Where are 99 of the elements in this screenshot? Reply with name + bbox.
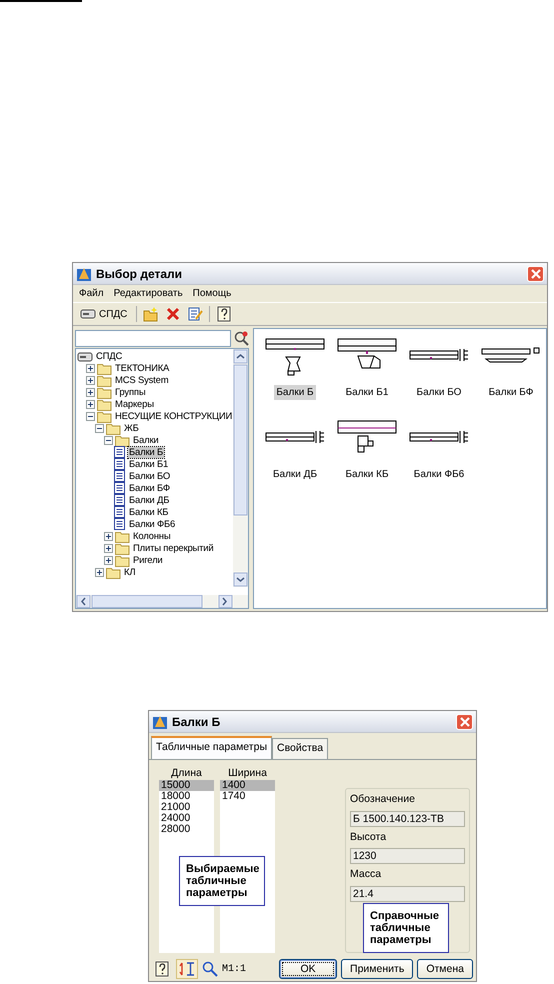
callout-note: Выбираемые табличные параметры: [179, 856, 265, 906]
thumbnail-label[interactable]: Балки ФБ6: [412, 467, 466, 482]
tree-item[interactable]: Балки Б1: [128, 458, 170, 470]
expand-icon[interactable]: [104, 532, 113, 540]
beam-drawing[interactable]: [264, 337, 326, 377]
field-label: Обозначение: [350, 792, 416, 807]
thumbnail-label[interactable]: Балки КБ: [343, 467, 391, 482]
field-label: Высота: [350, 830, 388, 844]
app-icon: [76, 266, 92, 282]
menu-item[interactable]: Файл: [79, 286, 104, 301]
dialog-button[interactable]: OK: [279, 959, 338, 979]
folder-icon: [97, 374, 112, 386]
document-icon: [113, 446, 126, 458]
dialog-button[interactable]: Отмена: [417, 959, 473, 979]
expand-icon[interactable]: [86, 400, 95, 408]
tab[interactable]: Табличные параметры: [151, 736, 272, 759]
thumbnail-label[interactable]: Балки Б: [274, 385, 316, 400]
tree-item[interactable]: Балки КБ: [128, 506, 170, 518]
menu-item[interactable]: Редактировать: [114, 286, 183, 301]
tree-item[interactable]: MCS System: [114, 374, 170, 386]
thumbnail-label[interactable]: Балки БО: [414, 385, 464, 400]
folder-icon: [97, 386, 112, 398]
readonly-field: Б 1500.140.123-ТВ: [350, 810, 465, 826]
collapse-icon[interactable]: [86, 412, 95, 420]
delete-icon[interactable]: [165, 306, 182, 322]
list-item[interactable]: 24000: [159, 812, 214, 824]
folder-icon: [106, 566, 121, 578]
close-button[interactable]: [527, 266, 544, 282]
window-title: Выбор детали: [96, 266, 184, 282]
thumbnail-label[interactable]: Балки Б1: [344, 385, 390, 400]
collapse-icon[interactable]: [104, 436, 113, 444]
expand-icon[interactable]: [95, 568, 104, 576]
expand-icon[interactable]: [104, 544, 113, 552]
folder-icon: [97, 410, 112, 422]
tree-item[interactable]: Группы: [114, 386, 146, 398]
tree-item[interactable]: Ригели: [132, 554, 164, 566]
expand-icon[interactable]: [104, 556, 113, 564]
thumbnail-label[interactable]: Балки БФ: [486, 385, 536, 400]
folder-icon: [115, 542, 130, 554]
folder-icon: [97, 398, 112, 410]
tree-item[interactable]: СПДС: [95, 350, 124, 362]
tree-item[interactable]: Балки ФБ6: [128, 518, 176, 530]
list-item[interactable]: 1400: [220, 780, 275, 791]
tree-item[interactable]: Маркеры: [114, 398, 155, 410]
document-icon: [113, 494, 126, 506]
search-field[interactable]: [75, 330, 231, 346]
list-item[interactable]: 18000: [159, 790, 214, 802]
expand-icon[interactable]: [86, 388, 95, 396]
folder-icon: [115, 554, 130, 566]
help-icon[interactable]: [216, 306, 232, 322]
tree-item[interactable]: Балки Б: [128, 446, 164, 458]
tree-item[interactable]: КЛ: [123, 566, 136, 578]
document-icon: [113, 482, 126, 494]
list-item[interactable]: 28000: [159, 824, 214, 835]
document-icon: [113, 506, 126, 518]
folder-icon: [106, 422, 121, 434]
tree-item[interactable]: Плиты перекрытий: [132, 542, 215, 554]
tree-item[interactable]: Балки БО: [128, 470, 172, 482]
drive-icon: [80, 307, 96, 321]
scale-label: М1:1: [222, 962, 248, 976]
collapse-icon[interactable]: [95, 424, 104, 432]
column-header: Ширина: [227, 766, 268, 780]
close-button[interactable]: [456, 714, 473, 730]
tree-item[interactable]: НЕСУЩИЕ КОНСТРУКЦИИ: [114, 410, 233, 422]
expand-icon[interactable]: [86, 364, 95, 372]
thumbnail-label[interactable]: Балки ДБ: [270, 467, 320, 482]
column-header: Длина: [170, 766, 203, 780]
document-icon: [113, 470, 126, 482]
new-folder-icon[interactable]: [143, 306, 160, 322]
folder-icon: [97, 362, 112, 374]
tree-item[interactable]: Балки БФ: [128, 482, 171, 494]
tree-item[interactable]: Колонны: [132, 530, 172, 542]
list-item[interactable]: 15000: [159, 780, 214, 791]
app-icon: [152, 714, 168, 730]
drive-icon: [77, 350, 93, 362]
tree-item[interactable]: Балки: [132, 434, 160, 446]
readonly-field: 1230: [350, 848, 465, 864]
field-label: Масса: [350, 867, 382, 882]
tree-item[interactable]: Балки ДБ: [128, 494, 170, 506]
search-icon[interactable]: [233, 330, 249, 346]
tree-item[interactable]: ЖБ: [123, 422, 140, 434]
window-title: Балки Б: [172, 714, 222, 730]
callout-note: Справочные табличные параметры: [363, 903, 449, 953]
dialog-button[interactable]: Применить: [341, 959, 414, 979]
root-button[interactable]: СПДС: [77, 306, 130, 322]
menu-item[interactable]: Помощь: [192, 286, 232, 301]
expand-icon[interactable]: [86, 376, 95, 384]
tab[interactable]: Свойства: [272, 738, 328, 759]
document-icon: [113, 518, 126, 530]
layout-toggle-button[interactable]: [176, 959, 198, 979]
list-item[interactable]: 1740: [220, 790, 275, 802]
document-icon: [113, 458, 126, 470]
readonly-field: 21.4: [350, 886, 465, 902]
folder-icon: [115, 434, 130, 446]
list-item[interactable]: 21000: [159, 802, 214, 813]
tree-item[interactable]: ТЕКТОНИКА: [114, 362, 170, 374]
zoom-icon[interactable]: [202, 961, 218, 977]
folder-icon: [115, 530, 130, 542]
edit-icon[interactable]: [187, 306, 204, 322]
